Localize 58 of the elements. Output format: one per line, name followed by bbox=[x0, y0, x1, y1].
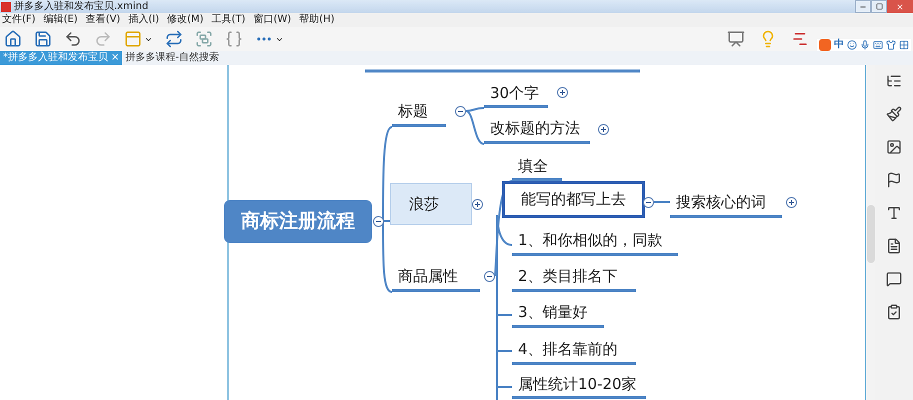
menu-item[interactable]: 修改(M) bbox=[167, 15, 204, 25]
save-icon[interactable] bbox=[34, 30, 52, 48]
maximize-icon bbox=[876, 3, 882, 10]
outline-icon[interactable] bbox=[886, 73, 902, 89]
editor-tab[interactable]: 拼多多课程-自然搜索 bbox=[122, 51, 222, 65]
emoji-icon[interactable] bbox=[847, 40, 857, 50]
menu-item[interactable]: 帮助(H) bbox=[299, 15, 334, 25]
image-icon[interactable] bbox=[886, 139, 902, 155]
undo-icon[interactable] bbox=[64, 30, 82, 48]
minus-icon bbox=[457, 108, 464, 115]
collapse-toggle[interactable] bbox=[484, 271, 495, 282]
keyboard-icon[interactable] bbox=[873, 40, 883, 50]
minimize-button[interactable] bbox=[855, 0, 871, 13]
presentation-icon[interactable] bbox=[727, 30, 745, 48]
expand-toggle[interactable] bbox=[472, 199, 483, 210]
minus-icon bbox=[375, 218, 382, 225]
document-icon[interactable] bbox=[886, 238, 902, 254]
expand-toggle[interactable] bbox=[598, 124, 609, 135]
collapse-toggle[interactable] bbox=[455, 106, 466, 117]
menu-item[interactable]: 窗口(W) bbox=[253, 15, 292, 25]
plus-icon bbox=[559, 89, 566, 96]
central-topic[interactable]: 商标注册流程 bbox=[224, 200, 372, 243]
plus-icon bbox=[788, 199, 795, 206]
collapse-toggle[interactable] bbox=[643, 197, 654, 208]
summary-icon[interactable] bbox=[225, 30, 243, 48]
grid-icon[interactable] bbox=[899, 40, 909, 50]
relationship-icon[interactable] bbox=[165, 30, 183, 48]
menu-item[interactable]: 查看(V) bbox=[86, 15, 120, 25]
gantt-icon[interactable] bbox=[791, 30, 809, 48]
shirt-icon[interactable] bbox=[886, 40, 896, 50]
topic-node[interactable]: 属性统计10-20家 bbox=[512, 373, 646, 399]
close-icon bbox=[896, 2, 904, 10]
minus-icon bbox=[645, 199, 652, 206]
app-logo-icon bbox=[1, 2, 11, 12]
window-title: 拼多多入驻和发布宝贝.xmind bbox=[14, 2, 148, 12]
comment-icon[interactable] bbox=[886, 271, 902, 287]
plus-icon bbox=[600, 126, 607, 133]
topic-node[interactable]: 能写的都写上去 bbox=[502, 181, 645, 218]
clipboard-check-icon[interactable] bbox=[886, 304, 902, 320]
input-mode-label: 中 bbox=[834, 40, 844, 50]
menu-item[interactable]: 文件(F) bbox=[2, 15, 36, 25]
menu-item[interactable]: 插入(I) bbox=[128, 15, 160, 25]
expand-toggle[interactable] bbox=[557, 87, 568, 98]
text-label-icon[interactable] bbox=[886, 205, 902, 221]
input-method-logo-icon bbox=[819, 39, 831, 51]
topic-node[interactable]: 浪莎 bbox=[390, 183, 472, 225]
scrollbar-thumb[interactable] bbox=[867, 205, 875, 263]
expand-toggle[interactable] bbox=[786, 197, 797, 208]
menu-item[interactable]: 编辑(E) bbox=[44, 15, 78, 25]
minus-icon bbox=[486, 273, 493, 280]
home-icon[interactable] bbox=[4, 30, 22, 48]
flag-icon[interactable] bbox=[886, 172, 902, 188]
brush-icon[interactable] bbox=[886, 106, 902, 122]
collapse-toggle[interactable] bbox=[373, 216, 384, 227]
menu-item[interactable]: 工具(T) bbox=[212, 15, 246, 25]
maximize-button[interactable] bbox=[871, 0, 887, 13]
plus-icon bbox=[474, 201, 481, 208]
microphone-icon[interactable] bbox=[860, 40, 870, 50]
